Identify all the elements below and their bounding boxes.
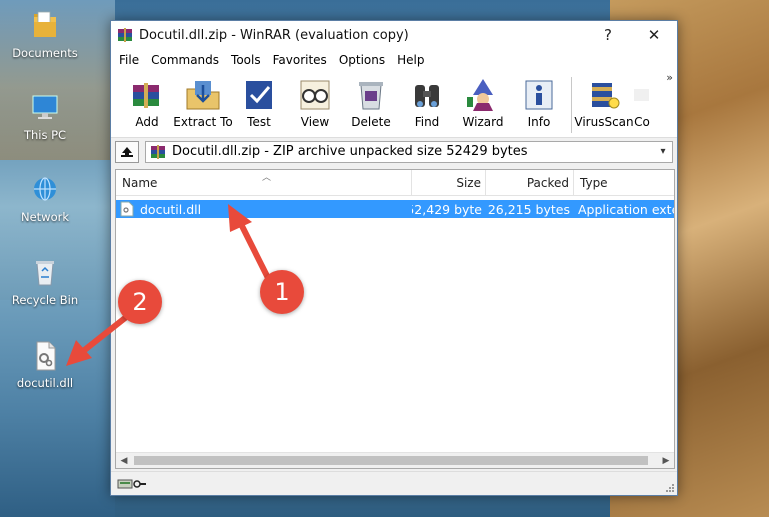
archive-path-dropdown[interactable]: Docutil.dll.zip - ZIP archive unpacked s… [145,140,673,163]
toolbar-label: Test [247,115,271,129]
file-type: Application exter [578,201,674,217]
desktop-icon-network[interactable]: Network [5,174,85,224]
menu-commands[interactable]: Commands [145,53,225,67]
winrar-window: Docutil.dll.zip - WinRAR (evaluation cop… [110,20,678,496]
desktop-icon-label: Network [20,210,70,224]
chevron-down-icon[interactable]: ▾ [654,146,672,157]
column-header-size[interactable]: Size [412,170,486,195]
dll-file-icon [36,341,56,371]
toolbar-label: Co [634,115,650,129]
file-size: 52,429 byte [412,201,482,217]
resize-grip-icon[interactable] [665,483,675,493]
menu-favorites[interactable]: Favorites [267,53,333,67]
toolbar-label: View [300,115,330,129]
toolbar-test-button[interactable]: Test [231,77,287,129]
wizard-icon [467,79,493,111]
dll-file-icon [120,201,134,217]
status-bar [111,471,677,495]
row-name-cell[interactable]: docutil.dll [116,200,412,218]
desktop-icon-label: docutil.dll [16,376,74,390]
menu-help[interactable]: Help [391,53,430,67]
toolbar-label: VirusScan [574,115,634,129]
toolbar-separator [571,77,572,133]
scroll-track[interactable] [132,453,658,468]
zip-archive-icon [151,144,165,159]
toolbar-overflow-chevron-icon[interactable]: » [666,71,673,84]
info-icon [525,80,553,110]
file-list-header: ︿ Name Size Packed Type [116,170,674,196]
folder-documents-icon [34,11,56,37]
up-arrow-icon [121,146,133,157]
toolbar-add-button[interactable]: Add [119,77,175,129]
comment-icon [634,89,649,101]
toolbar-extract-button[interactable]: Extract To [173,77,233,129]
view-glasses-icon [300,80,330,110]
file-name: docutil.dll [140,201,202,217]
menu-options[interactable]: Options [333,53,391,67]
desktop-icon-label: Recycle Bin [11,293,79,307]
desktop-wallpaper-sea [0,300,115,517]
toolbar-label: Extract To [173,115,233,129]
scroll-thumb[interactable] [134,456,648,465]
toolbar-virusscan-button[interactable]: VirusScan [574,77,634,129]
help-button[interactable]: ? [585,21,631,49]
virus-scan-icon [592,83,620,109]
computer-icon [32,95,58,119]
column-header-type[interactable]: Type [574,170,674,195]
toolbar-view-button[interactable]: View [287,77,343,129]
horizontal-scrollbar[interactable]: ◀ ▶ [116,452,674,468]
drive-key-icon [117,479,146,488]
sort-ascending-icon: ︿ [262,173,272,183]
file-packed-size: 26,215 bytes [487,201,570,217]
toolbar-label: Find [414,115,440,129]
address-bar: Docutil.dll.zip - ZIP archive unpacked s… [111,137,677,165]
winrar-app-icon [118,28,132,42]
extract-folder-icon [186,81,220,110]
file-list[interactable]: ︿ Name Size Packed Type docutil.dll 52,4… [115,169,675,469]
step-badge-2: 2 [118,280,162,324]
column-header-packed[interactable]: Packed [486,170,574,195]
recycle-bin-icon [36,261,54,286]
desktop-icon-documents[interactable]: Documents [5,10,85,60]
menu-bar: File Commands Tools Favorites Options He… [111,49,677,71]
find-binoculars-icon [415,85,439,107]
test-archive-icon [246,81,272,109]
toolbar-label: Info [527,115,551,129]
scroll-left-icon[interactable]: ◀ [116,456,132,466]
toolbar-delete-button[interactable]: Delete [343,77,399,129]
title-bar[interactable]: Docutil.dll.zip - WinRAR (evaluation cop… [111,21,677,49]
add-archive-icon [133,83,159,108]
desktop-icon-docutil-dll[interactable]: docutil.dll [5,340,85,390]
toolbar-comment-button[interactable]: Co [632,77,652,129]
archive-path-text: Docutil.dll.zip - ZIP archive unpacked s… [172,144,528,159]
desktop-icon-label: Documents [12,46,78,60]
desktop-icon-this-pc[interactable]: This PC [5,92,85,142]
toolbar-wizard-button[interactable]: Wizard [455,77,511,129]
delete-recycle-icon [359,82,383,110]
scroll-right-icon[interactable]: ▶ [658,456,674,466]
close-button[interactable]: ✕ [631,21,677,49]
desktop-icon-label: This PC [23,128,67,142]
desktop-icon-recycle-bin[interactable]: Recycle Bin [5,257,85,307]
menu-file[interactable]: File [113,53,145,67]
toolbar-find-button[interactable]: Find [399,77,455,129]
toolbar: Add Extract To Test View Delete Find Wiz… [111,71,677,137]
toolbar-label: Wizard [462,115,504,129]
step-badge-1: 1 [260,270,304,314]
menu-tools[interactable]: Tools [225,53,267,67]
toolbar-info-button[interactable]: Info [511,77,567,129]
table-row[interactable]: docutil.dll 52,429 byte 26,215 bytes App… [116,200,674,218]
up-folder-button[interactable] [115,140,139,163]
window-title: Docutil.dll.zip - WinRAR (evaluation cop… [139,27,409,43]
toolbar-label: Delete [351,115,391,129]
network-icon [34,177,56,201]
toolbar-label: Add [135,115,159,129]
